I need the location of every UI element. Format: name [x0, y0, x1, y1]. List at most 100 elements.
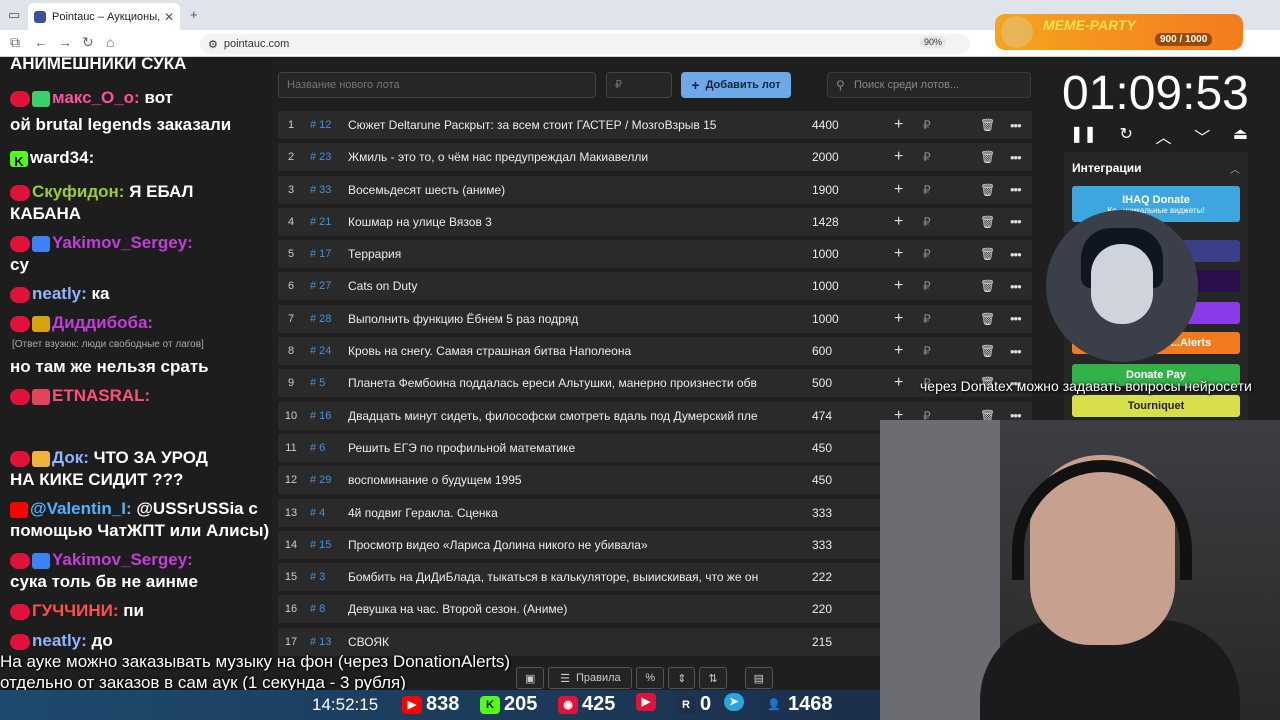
lot-name[interactable]: Выполнить функцию Ёбнем 5 раз подряд — [348, 312, 784, 326]
ruble-icon[interactable]: ₽ — [923, 150, 931, 164]
back-icon[interactable]: ← — [34, 34, 48, 50]
lot-id[interactable]: # 24 — [304, 345, 348, 357]
more-icon[interactable]: ••• — [1010, 344, 1022, 359]
more-icon[interactable]: ••• — [1010, 182, 1022, 197]
new-lot-price-input[interactable] — [606, 72, 672, 98]
clear-icon[interactable]: ▤ — [744, 667, 774, 689]
lot-name[interactable]: Сюжет Deltarune Раскрыт: за всем стоит Г… — [348, 118, 784, 132]
lot-search-input[interactable]: ⚲ Поиск среди лотов... — [827, 72, 1031, 98]
lot-id[interactable]: # 33 — [304, 184, 348, 196]
add-amount-icon[interactable]: + — [894, 181, 903, 199]
add-amount-icon[interactable]: + — [894, 116, 903, 134]
forward-icon[interactable]: → — [58, 34, 72, 50]
lot-name[interactable]: Восемьдесят шесть (аниме) — [348, 183, 784, 197]
ruble-icon[interactable]: ₽ — [923, 215, 931, 229]
more-icon[interactable]: ••• — [1010, 118, 1022, 133]
split-icon[interactable]: ⇕ — [668, 667, 696, 689]
lot-id[interactable]: # 4 — [304, 507, 348, 519]
lot-name[interactable]: Бомбить на ДиДиБлада, тыкаться в калькул… — [348, 570, 784, 584]
close-tab-icon[interactable]: ✕ — [164, 10, 174, 24]
lot-name[interactable]: Cats on Duty — [348, 279, 784, 293]
lot-id[interactable]: # 15 — [304, 539, 348, 551]
add-amount-icon[interactable]: + — [894, 213, 903, 231]
lot-id[interactable]: # 28 — [304, 313, 348, 325]
lot-name[interactable]: Просмотр видео «Лариса Долина никого не … — [348, 538, 784, 552]
lot-id[interactable]: # 17 — [304, 248, 348, 260]
delete-icon[interactable]: 🗑 — [980, 150, 995, 164]
lot-id[interactable]: # 6 — [304, 442, 348, 454]
lot-name[interactable]: 4й подвиг Геракла. Сценка — [348, 506, 784, 520]
lot-id[interactable]: # 8 — [304, 603, 348, 615]
add-amount-icon[interactable]: + — [894, 277, 903, 295]
lot-name[interactable]: воспоминание о будущем 1995 — [348, 473, 784, 487]
lot-id[interactable]: # 27 — [304, 280, 348, 292]
lot-name[interactable]: Кровь на снегу. Самая страшная битва Нап… — [348, 344, 784, 358]
home-icon[interactable]: ⌂ — [106, 34, 114, 50]
tab-actions-icon[interactable]: ▭ — [8, 7, 20, 23]
more-icon[interactable]: ••• — [1010, 150, 1022, 165]
more-icon[interactable]: ••• — [1010, 279, 1022, 294]
lot-name[interactable]: СВОЯК — [348, 635, 784, 649]
chevron-up-icon[interactable]: ︿ — [1156, 124, 1172, 148]
chevron-down-icon[interactable]: ﹀ — [1194, 124, 1210, 148]
lot-row[interactable]: 9 # 5 Планета Фембоина поддалась ереси Аль… — [278, 369, 1032, 398]
browser-tab[interactable]: Pointauc – Аукционы, лотереи ✕ — [28, 3, 180, 30]
rules-button[interactable]: ☰ Правила — [548, 667, 633, 689]
delete-icon[interactable]: 🗑 — [980, 215, 995, 229]
ruble-icon[interactable]: ₽ — [923, 279, 931, 293]
delete-icon[interactable]: 🗑 — [980, 247, 995, 261]
lot-name[interactable]: Девушка на час. Второй сезон. (Аниме) — [348, 602, 784, 616]
collapse-icon[interactable]: ⏏ — [1233, 124, 1248, 148]
lot-name[interactable]: Террария — [348, 247, 784, 261]
ruble-icon[interactable]: ₽ — [923, 247, 931, 261]
lot-row[interactable]: 5 # 17 Террария 1000 + ₽ 🗑 ••• — [278, 240, 1032, 269]
more-icon[interactable]: ••• — [1010, 247, 1022, 262]
lot-id[interactable]: # 16 — [304, 410, 348, 422]
lot-name[interactable]: Кошмар на улице Вязов 3 — [348, 215, 784, 229]
address-field[interactable]: ⚙ pointauc.com — [200, 34, 970, 54]
lot-name[interactable]: Планета Фембоина поддалась ереси Альтушк… — [348, 376, 784, 390]
lot-row[interactable]: 2 # 23 Жмиль - это то, о чём нас предупреж… — [278, 143, 1032, 172]
lot-id[interactable]: # 12 — [304, 119, 348, 131]
sidebar-toggle-icon[interactable]: ⧉ — [10, 34, 20, 51]
delete-icon[interactable]: 🗑 — [980, 183, 995, 197]
delete-icon[interactable]: 🗑 — [980, 118, 995, 132]
pause-icon[interactable]: ❚❚ — [1070, 124, 1097, 148]
ruble-icon[interactable]: ₽ — [923, 344, 931, 358]
add-amount-icon[interactable]: + — [894, 342, 903, 360]
lot-name[interactable]: Двадцать минут сидеть, философски смотре… — [348, 409, 784, 423]
lot-id[interactable]: # 21 — [304, 216, 348, 228]
lot-name[interactable]: Жмиль - это то, о чём нас предупреждал М… — [348, 150, 784, 164]
delete-icon[interactable]: 🗑 — [980, 279, 995, 293]
delete-icon[interactable]: 🗑 — [980, 312, 995, 326]
lot-id[interactable]: # 29 — [304, 474, 348, 486]
lot-id[interactable]: # 5 — [304, 377, 348, 389]
add-amount-icon[interactable]: + — [894, 374, 903, 392]
lot-row[interactable]: 6 # 27 Cats on Duty 1000 + ₽ 🗑 ••• — [278, 272, 1032, 301]
lot-id[interactable]: # 3 — [304, 571, 348, 583]
lot-row[interactable]: 1 # 12 Сюжет Deltarune Раскрыт: за всем ст… — [278, 111, 1032, 139]
lot-row[interactable]: 4 # 21 Кошмар на улице Вязов 3 1428 + ₽ 🗑 ••• — [278, 207, 1032, 236]
lot-name[interactable]: Решить ЕГЭ по профильной математике — [348, 441, 784, 455]
delete-icon[interactable]: 🗑 — [980, 344, 995, 358]
chevron-up-icon[interactable]: ︿ — [1230, 161, 1240, 176]
zoom-level[interactable]: 90% — [920, 36, 947, 48]
ruble-icon[interactable]: ₽ — [923, 118, 931, 132]
new-tab-icon[interactable]: + — [190, 7, 198, 22]
add-amount-icon[interactable]: + — [894, 148, 903, 166]
lot-row[interactable]: 7 # 28 Выполнить функцию Ёбнем 5 раз подря… — [278, 304, 1032, 333]
percent-button[interactable]: % — [636, 667, 665, 689]
save-icon[interactable]: ▣ — [516, 667, 545, 689]
add-amount-icon[interactable]: + — [894, 245, 903, 263]
site-info-icon[interactable]: ⚙ — [208, 38, 218, 51]
lot-id[interactable]: # 13 — [304, 636, 348, 648]
lot-id[interactable]: # 23 — [304, 151, 348, 163]
tourniquet-button[interactable]: Tourniquet — [1072, 395, 1240, 417]
add-amount-icon[interactable]: + — [894, 310, 903, 328]
lot-row[interactable]: 3 # 33 Восемьдесят шесть (аниме) 1900 + ₽ 🗑 ••• — [278, 175, 1032, 204]
more-icon[interactable]: ••• — [1010, 311, 1022, 326]
add-lot-button[interactable]: + Добавить лот — [681, 72, 791, 98]
new-lot-name-input[interactable] — [278, 72, 596, 98]
reload-icon[interactable]: ↻ — [82, 34, 94, 51]
ruble-icon[interactable]: ₽ — [923, 312, 931, 326]
